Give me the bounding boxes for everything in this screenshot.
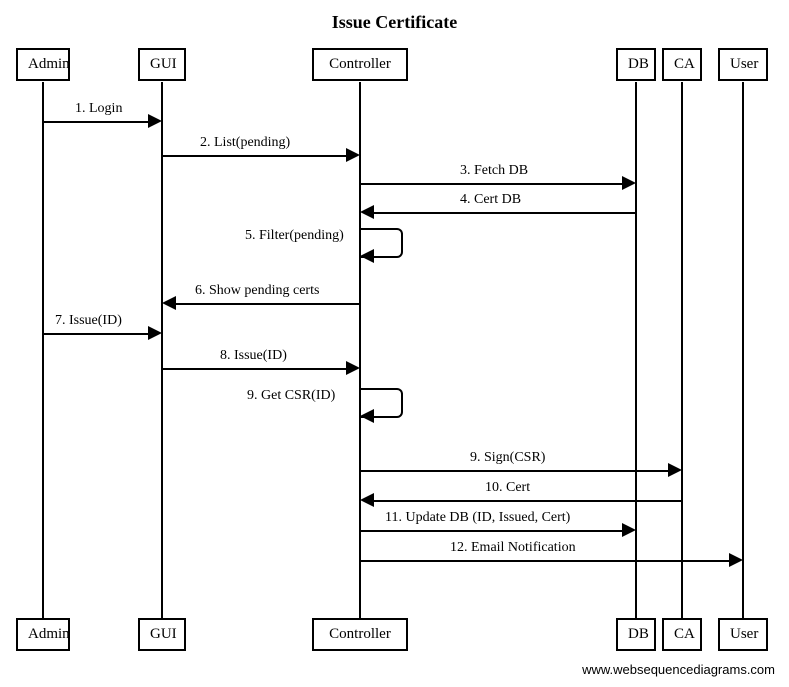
diagram-title: Issue Certificate bbox=[0, 12, 789, 33]
msg-1-label: 1. Login bbox=[75, 101, 122, 117]
actor-db-top: DB bbox=[616, 48, 656, 81]
actor-ca-top: CA bbox=[662, 48, 702, 81]
msg-7-label: 7. Issue(ID) bbox=[55, 313, 122, 329]
msg-3-label: 3. Fetch DB bbox=[460, 163, 528, 179]
msg-5-head bbox=[360, 249, 374, 263]
msg-6-label: 6. Show pending certs bbox=[195, 283, 319, 299]
lifeline-ca bbox=[681, 82, 683, 618]
actor-user-top: User bbox=[718, 48, 768, 81]
sequence-diagram: Issue Certificate Admin GUI Controller D… bbox=[0, 0, 789, 687]
lifeline-user bbox=[742, 82, 744, 618]
actor-admin-bottom: Admin bbox=[16, 618, 70, 651]
msg-2-label: 2. List(pending) bbox=[200, 135, 290, 151]
msg-10-label: 10. Cert bbox=[485, 480, 530, 496]
lifeline-db bbox=[635, 82, 637, 618]
msg-4-label: 4. Cert DB bbox=[460, 192, 521, 208]
msg-8-label: 8. Issue(ID) bbox=[220, 348, 287, 364]
actor-admin-top: Admin bbox=[16, 48, 70, 81]
msg-9a-head bbox=[360, 409, 374, 423]
actor-gui-top: GUI bbox=[138, 48, 186, 81]
msg-11-label: 11. Update DB (ID, Issued, Cert) bbox=[385, 510, 570, 526]
msg-12-label: 12. Email Notification bbox=[450, 540, 576, 556]
actor-ca-bottom: CA bbox=[662, 618, 702, 651]
msg-9a-label: 9. Get CSR(ID) bbox=[247, 388, 335, 404]
actor-user-bottom: User bbox=[718, 618, 768, 651]
actor-controller-bottom: Controller bbox=[312, 618, 408, 651]
lifeline-admin bbox=[42, 82, 44, 618]
actor-controller-top: Controller bbox=[312, 48, 408, 81]
lifeline-controller bbox=[359, 82, 361, 618]
actor-db-bottom: DB bbox=[616, 618, 656, 651]
msg-9b-label: 9. Sign(CSR) bbox=[470, 450, 545, 466]
actor-gui-bottom: GUI bbox=[138, 618, 186, 651]
footer-credit: www.websequencediagrams.com bbox=[582, 662, 775, 677]
lifeline-gui bbox=[161, 82, 163, 618]
msg-5-label: 5. Filter(pending) bbox=[245, 228, 344, 244]
